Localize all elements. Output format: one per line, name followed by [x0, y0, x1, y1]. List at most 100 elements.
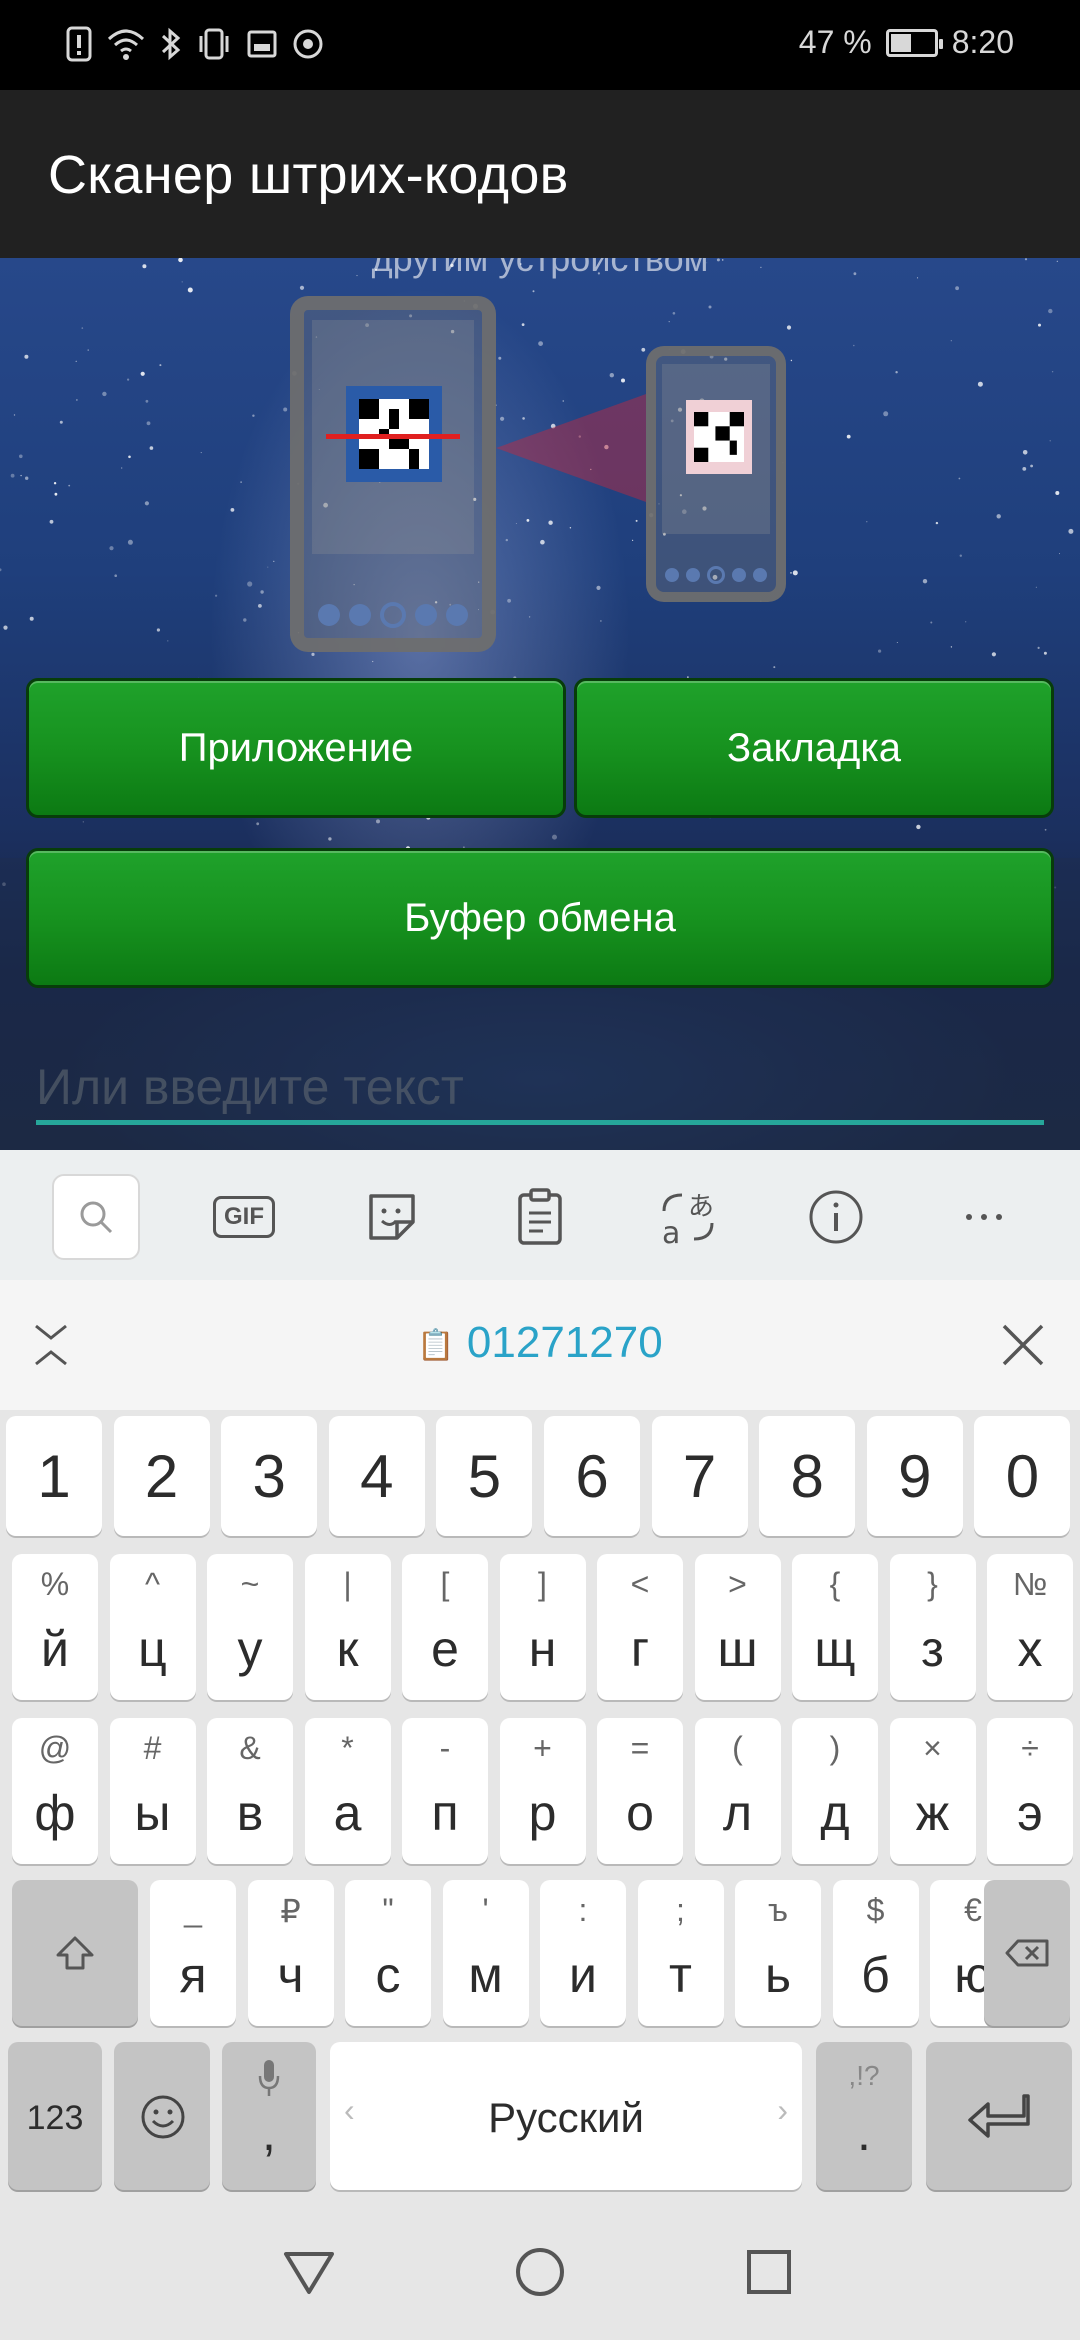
numbers-key[interactable]: 123 [8, 2042, 102, 2190]
key-с[interactable]: " с [345, 1880, 431, 2026]
gif-icon[interactable]: GIF [200, 1174, 288, 1260]
app-title: Сканер штрих-кодов [48, 145, 569, 205]
key-з[interactable]: } з [889, 1554, 976, 1700]
key-4[interactable]: 4 [328, 1416, 425, 1536]
key-ф[interactable]: @ ф [12, 1718, 98, 1864]
key-label: э [1017, 1785, 1043, 1841]
key-label: ц [138, 1621, 167, 1677]
vibrate-icon [199, 28, 229, 60]
key-п[interactable]: -п [402, 1718, 488, 1864]
status-icons [66, 26, 324, 62]
more-icon[interactable] [940, 1174, 1028, 1260]
key-label: ь [764, 1947, 792, 2003]
key-н[interactable]: ] н [499, 1554, 586, 1700]
microphone-icon [258, 2060, 280, 2096]
app-bar: Сканер штрих-кодов [0, 90, 1080, 258]
translate-icon[interactable]: aあ [644, 1174, 732, 1260]
key-я[interactable]: _ я [150, 1880, 236, 2026]
key-ч[interactable]: ₽ ч [247, 1880, 334, 2026]
key-6[interactable]: 6 [544, 1416, 640, 1536]
comma-key[interactable]: , [222, 2042, 316, 2190]
period-key[interactable]: ,!?. [816, 2042, 912, 2190]
key-э[interactable]: ÷ э [987, 1718, 1073, 1864]
key-в[interactable]: & в [207, 1718, 293, 1864]
key-м[interactable]: ' м [442, 1880, 529, 2026]
key-label: ф [34, 1785, 76, 1841]
key-label: ы [134, 1785, 171, 1841]
key-5[interactable]: 5 [436, 1416, 533, 1536]
home-icon[interactable] [514, 2246, 566, 2298]
keyboard-toolbar: GIF aあ [0, 1150, 1080, 1280]
image-notification-icon [247, 30, 277, 58]
search-icon[interactable] [52, 1174, 140, 1260]
phone-illustration-small [646, 346, 786, 602]
key-р[interactable]: + р [499, 1718, 586, 1864]
key-label: т [669, 1947, 692, 2003]
key-secondary-label: = [630, 1730, 650, 1766]
key-г[interactable]: < г [597, 1554, 683, 1700]
key-й[interactable]: % й [12, 1554, 98, 1700]
key-label: з [921, 1621, 944, 1677]
shift-key[interactable] [12, 1880, 138, 2026]
key-secondary-label: × [923, 1730, 942, 1766]
key-secondary-label: ' [482, 1892, 489, 1928]
key-1[interactable]: 1 [6, 1416, 102, 1536]
key-7[interactable]: 7 [651, 1416, 748, 1536]
key-ы[interactable]: # ы [109, 1718, 196, 1864]
scanner-content: другим устройством Приложение Закладка Б… [0, 258, 1080, 1150]
back-icon[interactable] [282, 2248, 336, 2296]
close-icon[interactable] [998, 1320, 1048, 1370]
backspace-key[interactable] [984, 1880, 1070, 2026]
bookmark-button[interactable]: Закладка [574, 678, 1054, 818]
key-9[interactable]: 9 [866, 1416, 963, 1536]
clipboard-suggestion[interactable]: 📋 01271270 [0, 1318, 1080, 1368]
key-label: с [375, 1947, 401, 2003]
key-secondary-label: * [341, 1730, 354, 1766]
key-ж[interactable]: × ж [889, 1718, 976, 1864]
app-button[interactable]: Приложение [26, 678, 566, 818]
key-label: 2 [144, 1443, 179, 1510]
key-х[interactable]: № х [987, 1554, 1073, 1700]
key-б[interactable]: $ б [832, 1880, 919, 2026]
status-bar: 47 % 8:20 [0, 0, 1080, 90]
key-у[interactable]: ~ у [207, 1554, 293, 1700]
emoji-key[interactable] [114, 2042, 210, 2190]
key-secondary-label: & [239, 1730, 261, 1766]
text-input[interactable]: Или введите текст [36, 1058, 464, 1116]
key-label: 0 [1005, 1443, 1040, 1510]
battery-percent: 47 % [798, 24, 872, 60]
key-secondary-label: _ [184, 1892, 202, 1928]
key-secondary-label: # [143, 1730, 162, 1766]
key-е[interactable]: [е [402, 1554, 488, 1700]
key-label: д [820, 1785, 850, 1841]
space-key[interactable]: ‹ Русский › [330, 2042, 802, 2190]
key-к[interactable]: | к [304, 1554, 391, 1700]
key-ц[interactable]: ^ ц [109, 1554, 196, 1700]
period-secondary-label: ,!? [848, 2060, 880, 2091]
key-т[interactable]: ; т [637, 1880, 724, 2026]
clipboard-icon[interactable] [496, 1174, 584, 1260]
key-и[interactable]: :и [540, 1880, 626, 2026]
key-ь[interactable]: ъь [735, 1880, 821, 2026]
key-3[interactable]: 3 [221, 1416, 318, 1536]
key-label: в [236, 1785, 264, 1841]
emoji-icon [141, 2095, 185, 2139]
key-8[interactable]: 8 [759, 1416, 856, 1536]
key-2[interactable]: 2 [113, 1416, 210, 1536]
key-ш[interactable]: > ш [694, 1554, 781, 1700]
key-0[interactable]: 0 [974, 1416, 1071, 1536]
recents-icon[interactable] [745, 2248, 793, 2296]
enter-key[interactable] [926, 2042, 1072, 2190]
sticker-icon[interactable] [348, 1174, 436, 1260]
key-secondary-label: + [533, 1730, 552, 1766]
phone-buttons-small [662, 564, 770, 586]
info-icon[interactable] [792, 1174, 880, 1260]
key-л[interactable]: (л [694, 1718, 781, 1864]
key-д[interactable]: ) д [792, 1718, 878, 1864]
navigation-bar [0, 2202, 1080, 2340]
key-а[interactable]: * а [304, 1718, 391, 1864]
clipboard-button[interactable]: Буфер обмена [26, 848, 1054, 988]
key-о[interactable]: = о [597, 1718, 683, 1864]
clock: 8:20 [951, 24, 1014, 60]
key-щ[interactable]: {щ [792, 1554, 878, 1700]
